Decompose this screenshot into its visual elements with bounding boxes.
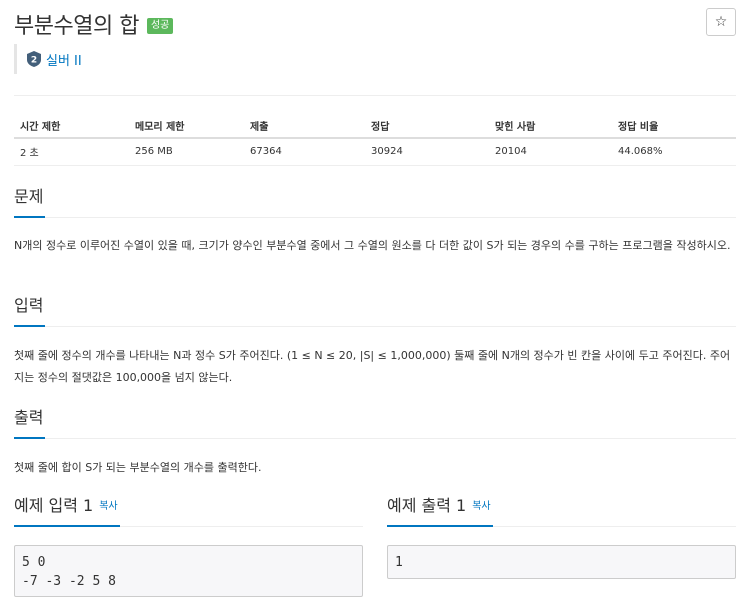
sample-output-heading: 예제 출력 1 복사 [387, 492, 493, 527]
section-description-header: 문제 [14, 183, 736, 218]
cell-accepted: 30924 [365, 138, 489, 166]
sample-input-copy-link[interactable]: 복사 [99, 501, 117, 512]
star-icon: ☆ [714, 14, 728, 30]
cell-solved-users: 20104 [489, 138, 612, 166]
section-output-header: 출력 [14, 404, 736, 439]
sample-output-box[interactable]: 1 [387, 545, 736, 579]
section-description-title: 문제 [14, 183, 46, 218]
input-text: 첫째 줄에 정수의 개수를 나타내는 N과 정수 S가 주어진다. (1 ≤ N… [14, 349, 731, 384]
cell-accept-ratio: 44.068% [612, 138, 736, 166]
header-solved-users: 맞힌 사람 [489, 113, 612, 139]
silver-tier-icon: 2 [27, 51, 41, 67]
section-input-header: 입력 [14, 292, 736, 327]
result-badge: 성공 [146, 18, 174, 34]
sample-input-title: 예제 입력 1 [14, 496, 94, 515]
tier-row[interactable]: 2 실버 II [14, 44, 82, 74]
section-input-title: 입력 [14, 292, 46, 327]
sample-output-title: 예제 출력 1 [387, 496, 467, 515]
tier-label[interactable]: 실버 II [46, 50, 82, 69]
sample-input-header: 예제 입력 1 복사 [14, 492, 363, 527]
header-time-limit: 시간 제한 [14, 113, 129, 139]
header-submissions: 제출 [244, 113, 365, 139]
section-output-title: 출력 [14, 404, 46, 439]
description-text: N개의 정수로 이루어진 수열이 있을 때, 크기가 양수인 부분수열 중에서 … [14, 239, 731, 252]
problem-info-table: 시간 제한 메모리 제한 제출 정답 맞힌 사람 정답 비율 2 초 256 M… [14, 113, 736, 166]
info-header-row: 시간 제한 메모리 제한 제출 정답 맞힌 사람 정답 비율 [14, 113, 736, 139]
star-button[interactable]: ☆ [706, 8, 736, 36]
cell-memory-limit: 256 MB [129, 138, 244, 166]
header-memory-limit: 메모리 제한 [129, 113, 244, 139]
divider [14, 95, 736, 96]
cell-submissions: 67364 [244, 138, 365, 166]
header-accept-ratio: 정답 비율 [612, 113, 736, 139]
header-accepted: 정답 [365, 113, 489, 139]
page-title: 부분수열의 합 [14, 14, 139, 39]
output-text: 첫째 줄에 합이 S가 되는 부분수열의 개수를 출력한다. [14, 461, 262, 474]
tier-icon-number: 2 [31, 56, 37, 66]
cell-time-limit: 2 초 [14, 138, 129, 166]
sample-output-header: 예제 출력 1 복사 [387, 492, 736, 527]
sample-input-heading: 예제 입력 1 복사 [14, 492, 120, 527]
sample-input-box[interactable]: 5 0 -7 -3 -2 5 8 [14, 545, 363, 597]
info-row: 2 초 256 MB 67364 30924 20104 44.068% [14, 138, 736, 166]
title-row: 부분수열의 합 성공 [14, 8, 174, 40]
sample-output-copy-link[interactable]: 복사 [472, 501, 490, 512]
